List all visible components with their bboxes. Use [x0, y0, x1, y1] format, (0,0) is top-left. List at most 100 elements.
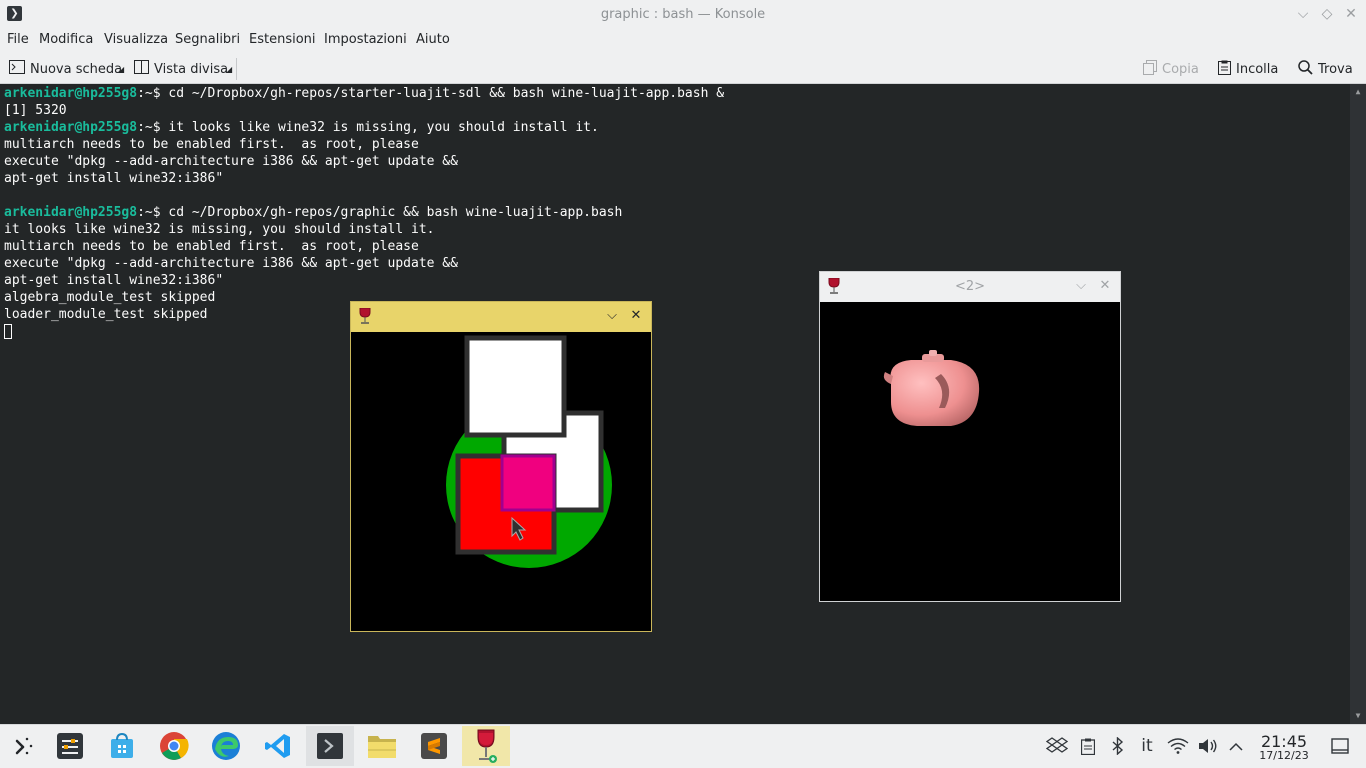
toolbar: Nuova scheda ◢ Vista divisa ◢ Copia Inco… [0, 53, 1366, 84]
terminal-line-text: apt-get install wine32:i386" [4, 273, 224, 288]
new-tab-label: Nuova scheda [30, 61, 123, 77]
scroll-down-icon[interactable]: ▼ [1352, 710, 1364, 722]
terminal-line: multiarch needs to be enabled first. as … [4, 136, 419, 153]
edge-icon[interactable] [202, 726, 250, 766]
terminal-line-text: cd ~/Dropbox/gh-repos/starter-luajit-sdl… [160, 86, 725, 101]
prompt-path: :~$ [137, 120, 161, 135]
shapes-canvas[interactable] [352, 332, 650, 630]
paste-icon [1218, 60, 1231, 79]
system-settings-icon[interactable] [46, 726, 94, 766]
wine-glass-icon [359, 307, 371, 328]
vscode-icon[interactable] [254, 726, 302, 766]
prompt-user: arkenidar@hp255g8 [4, 205, 138, 220]
terminal-cursor [4, 324, 12, 339]
menu-modifica[interactable]: Modifica [39, 32, 93, 47]
copy-icon [1143, 59, 1157, 79]
maximize-icon[interactable]: ◇ [1318, 5, 1336, 23]
teapot-canvas[interactable] [821, 302, 1119, 600]
terminal-line: arkenidar@hp255g8:~$ cd ~/Dropbox/gh-rep… [4, 85, 724, 102]
magenta-square [500, 454, 556, 512]
app-launcher-icon[interactable] [0, 726, 48, 766]
split-view-label: Vista divisa [154, 61, 229, 77]
new-tab-icon [9, 60, 25, 78]
copy-button[interactable]: Copia [1143, 59, 1199, 79]
terminal-line-text: execute "dpkg --add-architecture i386 &&… [4, 256, 458, 271]
chevron-down-icon[interactable]: ⌵ [1073, 278, 1089, 294]
split-view-icon [134, 60, 149, 78]
chevron-down-icon[interactable]: ⌵ [604, 308, 620, 324]
menu-file[interactable]: File [7, 32, 29, 47]
find-button[interactable]: Trova [1298, 59, 1353, 79]
new-tab-dropdown-icon[interactable]: ◢ [118, 65, 124, 74]
menu-aiuto[interactable]: Aiuto [416, 32, 450, 47]
search-icon [1298, 59, 1313, 79]
wine-window-teapot-titlebar[interactable]: <2> ⌵ ✕ [820, 272, 1120, 302]
wine-window-shapes-titlebar[interactable]: ⌵ ✕ [351, 302, 651, 332]
toolbar-separator [236, 58, 237, 80]
terminal-line: apt-get install wine32:i386" [4, 170, 223, 187]
paste-label: Incolla [1236, 61, 1279, 77]
terminal-line: arkenidar@hp255g8:~$ it looks like wine3… [4, 119, 599, 136]
close-icon[interactable]: ✕ [1097, 278, 1113, 294]
terminal-line: execute "dpkg --add-architecture i386 &&… [4, 255, 458, 272]
konsole-icon[interactable] [306, 726, 354, 766]
terminal-line-text: it looks like wine32 is missing, you sho… [4, 222, 435, 237]
terminal-line: multiarch needs to be enabled first. as … [4, 238, 419, 255]
terminal-line-text: algebra_module_test skipped [4, 290, 216, 305]
konsole-title-bar[interactable]: ❯ graphic : bash — Konsole ⌵ ◇ ✕ [0, 0, 1366, 29]
chrome-icon[interactable] [150, 726, 198, 766]
minimize-icon[interactable]: ⌵ [1294, 5, 1312, 23]
copy-label: Copia [1162, 61, 1199, 77]
dropbox-icon[interactable] [1046, 735, 1068, 757]
terminal-line-text: cd ~/Dropbox/gh-repos/graphic && bash wi… [160, 205, 623, 220]
terminal-line: execute "dpkg --add-architecture i386 &&… [4, 153, 458, 170]
terminal-line-text: [1] 5320 [4, 103, 67, 118]
terminal-line: it looks like wine32 is missing, you sho… [4, 221, 434, 238]
terminal-line: algebra_module_test skipped [4, 289, 215, 306]
menu-impostazioni[interactable]: Impostazioni [324, 32, 407, 47]
close-icon[interactable]: ✕ [628, 308, 644, 324]
paste-button[interactable]: Incolla [1218, 59, 1278, 79]
terminal-line: [1] 5320 [4, 102, 67, 119]
terminal-line-text: loader_module_test skipped [4, 307, 208, 322]
split-view-dropdown-icon[interactable]: ◢ [226, 65, 232, 74]
menu-visualizza[interactable]: Visualizza [104, 32, 168, 47]
scroll-up-icon[interactable]: ▲ [1352, 86, 1364, 98]
terminal-line-text: it looks like wine32 is missing, you sho… [160, 120, 599, 135]
wine-icon[interactable] [462, 726, 510, 766]
terminal-line: loader_module_test skipped [4, 306, 208, 323]
close-icon[interactable]: ✕ [1342, 5, 1360, 23]
split-view-button[interactable]: Vista divisa [134, 59, 228, 79]
teapot-model [883, 350, 980, 426]
terminal-line: apt-get install wine32:i386" [4, 272, 223, 289]
window-title: graphic : bash — Konsole [600, 7, 766, 22]
clipboard-icon[interactable] [1077, 735, 1099, 757]
keyboard-layout[interactable]: it [1136, 735, 1158, 757]
prompt-user: arkenidar@hp255g8 [4, 120, 138, 135]
wifi-icon[interactable] [1167, 735, 1189, 757]
terminal-line-text: multiarch needs to be enabled first. as … [4, 239, 419, 254]
new-tab-button[interactable]: Nuova scheda [9, 59, 122, 79]
show-desktop-icon[interactable] [1329, 735, 1351, 757]
terminal-area[interactable]: arkenidar@hp255g8:~$ cd ~/Dropbox/gh-rep… [0, 84, 1366, 724]
wine-window-shapes[interactable]: ⌵ ✕ [350, 301, 652, 632]
clock-date[interactable]: 17/12/23 [1256, 749, 1312, 762]
sublime-text-icon[interactable] [410, 726, 458, 766]
bluetooth-icon[interactable] [1107, 735, 1129, 757]
menu-segnalibri[interactable]: Segnalibri [175, 32, 240, 47]
volume-icon[interactable] [1197, 735, 1219, 757]
tray-expand-icon[interactable] [1225, 735, 1247, 757]
menu-estensioni[interactable]: Estensioni [249, 32, 316, 47]
terminal-line-text: execute "dpkg --add-architecture i386 &&… [4, 154, 458, 169]
discover-store-icon[interactable] [98, 726, 146, 766]
wine-window-teapot[interactable]: <2> ⌵ ✕ [819, 271, 1121, 602]
terminal-line-text: multiarch needs to be enabled first. as … [4, 137, 419, 152]
terminal-line-text: apt-get install wine32:i386" [4, 171, 224, 186]
file-manager-icon[interactable] [358, 726, 406, 766]
terminal-scrollbar[interactable]: ▲ ▼ [1350, 84, 1366, 724]
white-square-top [464, 335, 567, 438]
prompt-path: :~$ [137, 86, 161, 101]
prompt-user: arkenidar@hp255g8 [4, 86, 138, 101]
menu-bar: File Modifica Visualizza Segnalibri Este… [0, 29, 1366, 53]
terminal-line: arkenidar@hp255g8:~$ cd ~/Dropbox/gh-rep… [4, 204, 622, 221]
